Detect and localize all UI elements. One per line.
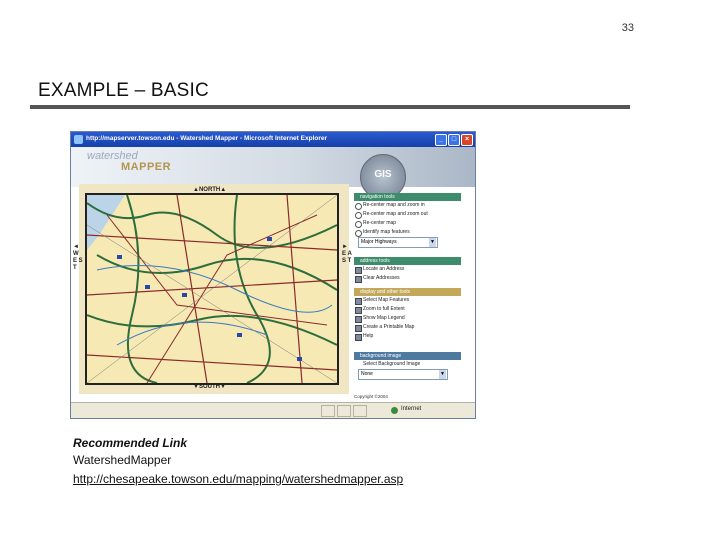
- browser-screenshot: http://mapserver.towson.edu - Watershed …: [70, 131, 476, 419]
- window-title: http://mapserver.towson.edu - Watershed …: [86, 135, 328, 142]
- recommended-link-name: WatershedMapper: [73, 453, 172, 467]
- address-item-label: Locate an Address: [363, 266, 405, 272]
- zoom-full-extent-button[interactable]: Zoom to full Extent: [354, 305, 461, 314]
- status-bar: Internet: [71, 402, 475, 418]
- select-icon: [355, 298, 362, 305]
- page-number: 33: [621, 22, 634, 34]
- pan-east[interactable]: ► E A S T: [342, 244, 352, 265]
- title-divider: [30, 105, 630, 109]
- nav-option-label: Re-center map and zoom in: [363, 202, 425, 208]
- close-icon[interactable]: ×: [461, 134, 473, 146]
- nav-option-zoom-out[interactable]: Re-center map and zoom out: [354, 210, 461, 219]
- nav-option-label: Re-center map: [363, 220, 397, 226]
- display-panel-header: display and other tools: [354, 288, 461, 296]
- select-features-button[interactable]: Select Map Features: [354, 296, 461, 305]
- minimize-icon[interactable]: _: [435, 134, 447, 146]
- layer-select[interactable]: Major Highways ▼: [358, 237, 438, 248]
- app-content: watershed MAPPER ▲NORTH▲ ▼SOUTH▼ ◄ W E S…: [71, 147, 475, 402]
- slide-title: EXAMPLE – BASIC: [38, 80, 209, 101]
- background-select-label: Select Background Image: [363, 361, 421, 367]
- background-select-value: None: [361, 371, 373, 377]
- printable-map-button[interactable]: Create a Printable Map: [354, 323, 461, 332]
- gis-badge-text: GIS: [374, 169, 392, 180]
- logo-mapper: MAPPER: [121, 161, 172, 173]
- status-cell: [353, 405, 367, 417]
- navigation-panel: navigation tools Re-center map and zoom …: [354, 193, 461, 248]
- display-item-label: Show Map Legend: [363, 315, 405, 321]
- background-panel-header: background image: [354, 352, 461, 360]
- status-cell: [321, 405, 335, 417]
- app-banner: watershed MAPPER: [71, 147, 475, 187]
- browser-title-bar: http://mapserver.towson.edu - Watershed …: [71, 132, 475, 147]
- radio-icon[interactable]: [355, 203, 362, 210]
- radio-icon[interactable]: [355, 212, 362, 219]
- chevron-down-icon[interactable]: ▼: [439, 370, 446, 379]
- nav-option-recenter[interactable]: Re-center map: [354, 219, 461, 228]
- locate-address-button[interactable]: Locate an Address: [354, 265, 461, 274]
- help-button[interactable]: Help: [354, 332, 461, 341]
- show-legend-button[interactable]: Show Map Legend: [354, 314, 461, 323]
- nav-option-zoom-in[interactable]: Re-center map and zoom in: [354, 201, 461, 210]
- map-graphic: [87, 195, 337, 383]
- status-zone: Internet: [401, 406, 422, 412]
- navigation-panel-header: navigation tools: [354, 193, 461, 201]
- recommended-link-url[interactable]: http://chesapeake.towson.edu/mapping/wat…: [73, 472, 403, 486]
- address-panel: address tools Locate an Address Clear Ad…: [354, 257, 461, 283]
- display-item-label: Help: [363, 333, 374, 339]
- legend-icon: [355, 316, 362, 323]
- copyright-text: Copyright ©2004: [354, 394, 388, 399]
- help-icon: [355, 334, 362, 341]
- print-icon: [355, 325, 362, 332]
- display-panel: display and other tools Select Map Featu…: [354, 288, 461, 341]
- display-item-label: Select Map Features: [363, 297, 410, 303]
- chevron-down-icon[interactable]: ▼: [429, 238, 436, 247]
- globe-icon: [391, 407, 398, 414]
- background-select[interactable]: None ▼: [358, 369, 448, 380]
- status-cell: [337, 405, 351, 417]
- pan-west[interactable]: ◄ W E S T: [73, 244, 83, 272]
- radio-icon[interactable]: [355, 230, 362, 237]
- clear-icon: [355, 276, 362, 283]
- display-item-label: Create a Printable Map: [363, 324, 415, 330]
- maximize-icon[interactable]: □: [448, 134, 460, 146]
- layer-select-value: Major Highways: [361, 239, 397, 245]
- display-item-label: Zoom to full Extent: [363, 306, 405, 312]
- clear-addresses-button[interactable]: Clear Addresses: [354, 274, 461, 283]
- nav-option-label: Identify map features: [363, 229, 410, 235]
- address-item-label: Clear Addresses: [363, 275, 400, 281]
- ie-icon: [74, 135, 83, 144]
- road-map[interactable]: [85, 193, 339, 385]
- radio-icon[interactable]: [355, 221, 362, 228]
- nav-option-label: Re-center map and zoom out: [363, 211, 428, 217]
- locate-icon: [355, 267, 362, 274]
- recommended-link-label: Recommended Link: [73, 436, 188, 450]
- background-panel: background image Select Background Image…: [354, 352, 461, 380]
- zoom-icon: [355, 307, 362, 314]
- nav-option-identify[interactable]: Identify map features: [354, 228, 461, 237]
- address-panel-header: address tools: [354, 257, 461, 265]
